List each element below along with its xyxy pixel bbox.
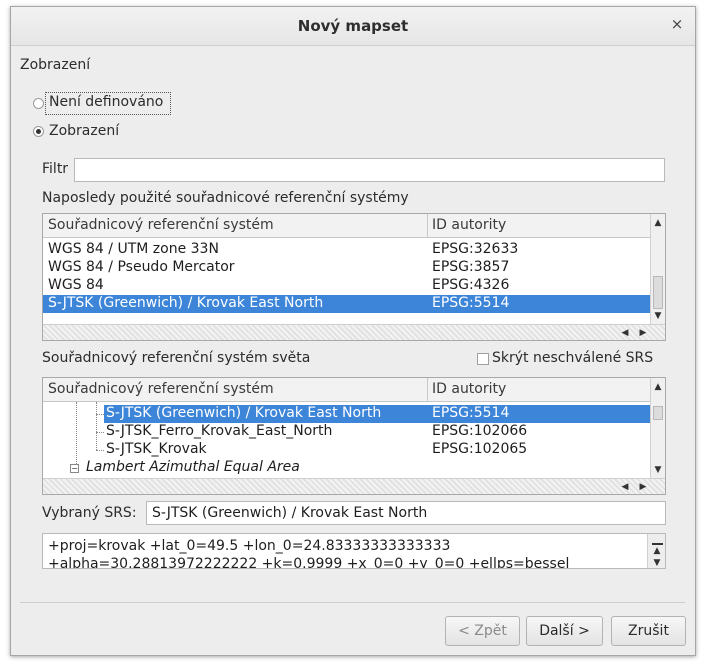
authority-id: EPSG:4326: [432, 277, 510, 293]
hide-unapproved-label[interactable]: Skrýt neschválené SRS: [492, 350, 653, 366]
tree-row-selected[interactable]: S-JTSK (Greenwich) / Krovak East North E…: [104, 405, 650, 423]
proj-line: +proj=krovak +lat_0=49.5 +lon_0=24.83333…: [48, 538, 451, 554]
authority-id: EPSG:5514: [432, 405, 510, 421]
selected-srs-label: Vybraný SRS:: [42, 505, 137, 521]
scroll-down-icon[interactable]: ▼: [652, 310, 664, 322]
world-crs-table: Souřadnicový referenční systém ID autori…: [42, 377, 666, 495]
recent-vertical-scrollbar[interactable]: ▲ ▼: [650, 214, 665, 324]
crs-name: S-JTSK_Ferro_Krovak_East_North: [106, 423, 333, 439]
tree-guide: [96, 402, 97, 450]
proj-line: +alpha=30.28813972222222 +k=0.9999 +x_0=…: [48, 556, 570, 569]
world-crs-label: Souřadnicový referenční systém světa: [42, 350, 311, 366]
column-separator: [427, 214, 428, 238]
scroll-right-icon[interactable]: ▶: [637, 481, 649, 493]
window-title: Nový mapset: [297, 17, 409, 35]
recent-col-crs[interactable]: Souřadnicový referenční systém: [48, 217, 274, 233]
crs-name: WGS 84 / UTM zone 33N: [48, 241, 219, 257]
crs-name: WGS 84: [48, 277, 104, 293]
table-row[interactable]: WGS 84 / UTM zone 33N EPSG:32633: [43, 241, 650, 259]
back-button[interactable]: < Zpět: [445, 616, 520, 646]
recent-col-authority[interactable]: ID autority: [432, 217, 506, 233]
title-bar: Nový mapset ×: [11, 7, 695, 46]
world-table-header: Souřadnicový referenční systém ID autori…: [43, 378, 650, 402]
column-separator: [427, 378, 428, 402]
authority-id: EPSG:3857: [432, 259, 510, 275]
crs-name: S-JTSK (Greenwich) / Krovak East North: [106, 405, 382, 421]
recent-crs-table: Souřadnicový referenční systém ID autori…: [42, 213, 666, 341]
tree-collapse-icon[interactable]: −: [70, 464, 79, 473]
recent-crs-label: Naposledy použité souřadnicové referenčn…: [42, 190, 409, 206]
authority-id: EPSG:5514: [432, 295, 510, 311]
tree-branch: [96, 432, 104, 433]
selected-srs-value: S-JTSK (Greenwich) / Krovak East North: [152, 505, 428, 521]
selected-srs-field[interactable]: S-JTSK (Greenwich) / Krovak East North: [146, 501, 666, 525]
table-row[interactable]: WGS 84 EPSG:4326: [43, 277, 650, 295]
proj-definition-text[interactable]: +proj=krovak +lat_0=49.5 +lon_0=24.83333…: [42, 533, 666, 569]
radio-not-defined-label[interactable]: Není definováno: [49, 94, 163, 110]
tree-row[interactable]: S-JTSK_Ferro_Krovak_East_North EPSG:1020…: [104, 423, 650, 441]
scroll-down-icon[interactable]: ▼: [652, 464, 664, 476]
world-horizontal-scrollbar[interactable]: ◀ ▶: [43, 478, 665, 494]
recent-table-header: Souřadnicový referenční systém ID autori…: [43, 214, 650, 238]
next-button[interactable]: Další >: [526, 616, 603, 646]
radio-not-defined[interactable]: [33, 98, 44, 109]
section-title: Zobrazení: [20, 57, 91, 73]
radio-projection[interactable]: [33, 126, 44, 137]
button-separator: [20, 602, 685, 603]
dialog-window: Nový mapset × Zobrazení Není definováno …: [10, 6, 696, 656]
scroll-up-icon[interactable]: ▲: [652, 217, 664, 229]
filter-label: Filtr: [42, 161, 69, 177]
close-icon[interactable]: ×: [669, 16, 685, 32]
authority-id: EPSG:32633: [432, 241, 519, 257]
crs-name: S-JTSK (Greenwich) / Krovak East North: [48, 295, 324, 311]
radio-projection-label[interactable]: Zobrazení: [49, 123, 119, 139]
table-row[interactable]: WGS 84 / Pseudo Mercator EPSG:3857: [43, 259, 650, 277]
world-col-crs[interactable]: Souřadnicový referenční systém: [48, 381, 274, 397]
scroll-up-icon[interactable]: ▲: [652, 381, 664, 393]
scroll-down-icon[interactable]: ▼: [651, 557, 663, 568]
world-col-authority[interactable]: ID autority: [432, 381, 506, 397]
authority-id: EPSG:102065: [432, 441, 528, 457]
filter-input[interactable]: [74, 158, 665, 182]
crs-name: WGS 84 / Pseudo Mercator: [48, 259, 235, 275]
tree-group-row[interactable]: Lambert Azimuthal Equal Area: [86, 459, 486, 477]
scroll-thumb[interactable]: [653, 406, 663, 420]
tree-branch: [96, 450, 104, 451]
scroll-thumb[interactable]: [653, 276, 663, 309]
tree-branch: [96, 414, 104, 415]
cancel-button[interactable]: Zrušit: [611, 616, 686, 646]
table-row-selected[interactable]: S-JTSK (Greenwich) / Krovak East North E…: [43, 295, 650, 313]
hide-unapproved-checkbox[interactable]: [477, 353, 489, 365]
tree-row[interactable]: S-JTSK_Krovak EPSG:102065: [104, 441, 650, 459]
proj-scrollbar[interactable]: ▲ ▼: [647, 534, 665, 568]
scroll-up-icon[interactable]: ▲: [651, 545, 663, 557]
recent-horizontal-scrollbar[interactable]: ◀ ▶: [43, 324, 665, 340]
scroll-left-icon[interactable]: ◀: [619, 481, 631, 493]
tree-guide: [76, 402, 77, 468]
scroll-right-icon[interactable]: ▶: [637, 327, 649, 339]
scroll-left-icon[interactable]: ◀: [619, 327, 631, 339]
world-vertical-scrollbar[interactable]: ▲ ▼: [650, 378, 665, 478]
authority-id: EPSG:102066: [432, 423, 528, 439]
group-name: Lambert Azimuthal Equal Area: [86, 459, 300, 475]
crs-name: S-JTSK_Krovak: [106, 441, 207, 457]
